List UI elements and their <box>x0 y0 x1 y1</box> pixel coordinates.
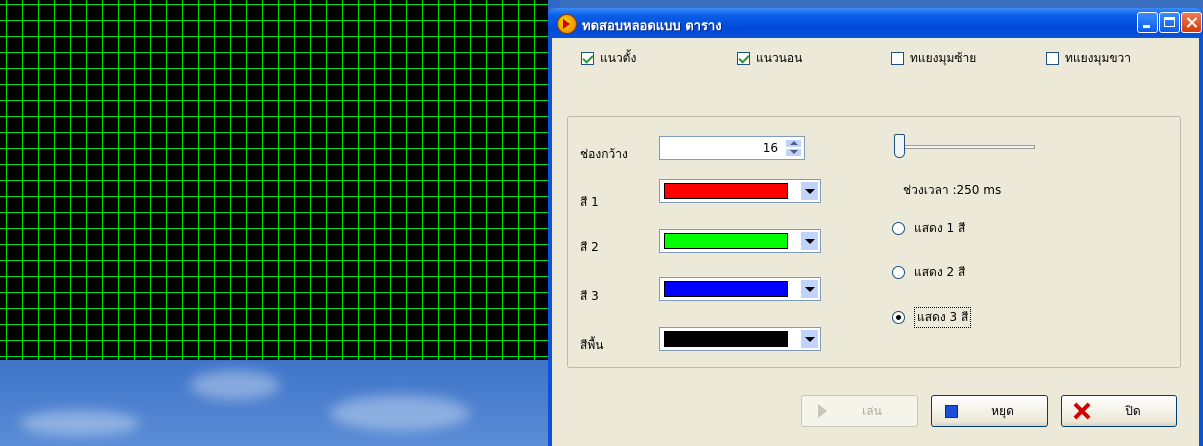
window-title: ทดสอบหลอดแบบ ตาราง <box>582 19 722 34</box>
play-button[interactable]: เล่น <box>801 395 918 427</box>
show-1-color-radio[interactable]: แสดง 1 สี <box>892 220 965 236</box>
dropdown-arrow-icon[interactable] <box>800 231 819 251</box>
play-label: เล่น <box>862 403 882 418</box>
checkbox-box[interactable] <box>581 51 594 65</box>
color1-select[interactable] <box>659 179 821 203</box>
checkbox-box[interactable] <box>891 51 904 65</box>
show-1-color-label: แสดง 1 สี <box>914 220 966 235</box>
interval-slider-track[interactable] <box>903 145 1035 149</box>
show-2-color-radio[interactable]: แสดง 2 สี <box>892 264 965 280</box>
width-stepper[interactable]: 16 <box>659 136 805 160</box>
interval-label: ช่วงเวลา :250 ms <box>903 183 1002 197</box>
vertical-checkbox[interactable]: แนวตั้ง <box>581 50 636 66</box>
color3-swatch <box>664 281 788 297</box>
close-label: ปิด <box>1125 403 1141 418</box>
close-icon <box>1074 403 1090 419</box>
radio-circle[interactable] <box>892 265 905 279</box>
dropdown-arrow-icon[interactable] <box>800 181 819 201</box>
width-label: ช่องกว้าง <box>580 147 628 161</box>
diagonal-right-label: ทแยงมุมขวา <box>1065 50 1132 65</box>
minimize-button[interactable] <box>1137 12 1158 33</box>
maximize-button[interactable] <box>1159 12 1180 33</box>
checkbox-box[interactable] <box>737 51 750 65</box>
show-3-color-radio[interactable]: แสดง 3 สี <box>892 306 972 328</box>
background-color-swatch <box>664 331 788 347</box>
color3-select[interactable] <box>659 277 821 301</box>
checkbox-box[interactable] <box>1046 51 1059 65</box>
stop-label: หยุด <box>991 403 1014 418</box>
diagonal-right-checkbox[interactable]: ทแยงมุมขวา <box>1046 50 1131 66</box>
interval-slider-thumb[interactable] <box>894 134 905 158</box>
horizontal-label: แนวนอน <box>756 50 803 65</box>
stop-icon <box>945 404 958 418</box>
stop-button[interactable]: หยุด <box>931 395 1048 427</box>
dropdown-arrow-icon[interactable] <box>800 279 819 299</box>
background-color-label: สีพื้น <box>580 338 604 352</box>
background-color-select[interactable] <box>659 327 821 351</box>
close-button[interactable]: ปิด <box>1061 395 1177 427</box>
color2-label: สี 2 <box>580 240 599 254</box>
title-bar[interactable]: ทดสอบหลอดแบบ ตาราง <box>548 8 1203 38</box>
radio-circle[interactable] <box>892 310 905 324</box>
color3-label: สี 3 <box>580 289 599 303</box>
radio-circle[interactable] <box>892 221 905 235</box>
vertical-label: แนวตั้ง <box>600 50 637 65</box>
sky-cloud <box>20 410 140 436</box>
color2-select[interactable] <box>659 229 821 253</box>
spin-down-arrow-icon[interactable] <box>785 148 802 157</box>
dropdown-arrow-icon[interactable] <box>800 329 819 349</box>
spin-up-arrow-icon[interactable] <box>785 139 802 148</box>
color1-swatch <box>664 183 788 199</box>
width-value[interactable]: 16 <box>763 141 778 155</box>
horizontal-checkbox[interactable]: แนวนอน <box>737 50 802 66</box>
color1-label: สี 1 <box>580 195 599 209</box>
close-window-button[interactable] <box>1181 12 1202 33</box>
diagonal-left-label: ทแยงมุมซ้าย <box>910 50 977 65</box>
show-3-color-label: แสดง 3 สี <box>914 306 972 328</box>
sky-cloud <box>330 395 470 431</box>
grid-test-display <box>0 0 548 360</box>
color2-swatch <box>664 233 788 249</box>
play-icon <box>818 404 827 418</box>
app-icon <box>557 14 577 34</box>
show-2-color-label: แสดง 2 สี <box>914 264 966 279</box>
diagonal-left-checkbox[interactable]: ทแยงมุมซ้าย <box>891 50 976 66</box>
sky-cloud <box>190 370 280 400</box>
